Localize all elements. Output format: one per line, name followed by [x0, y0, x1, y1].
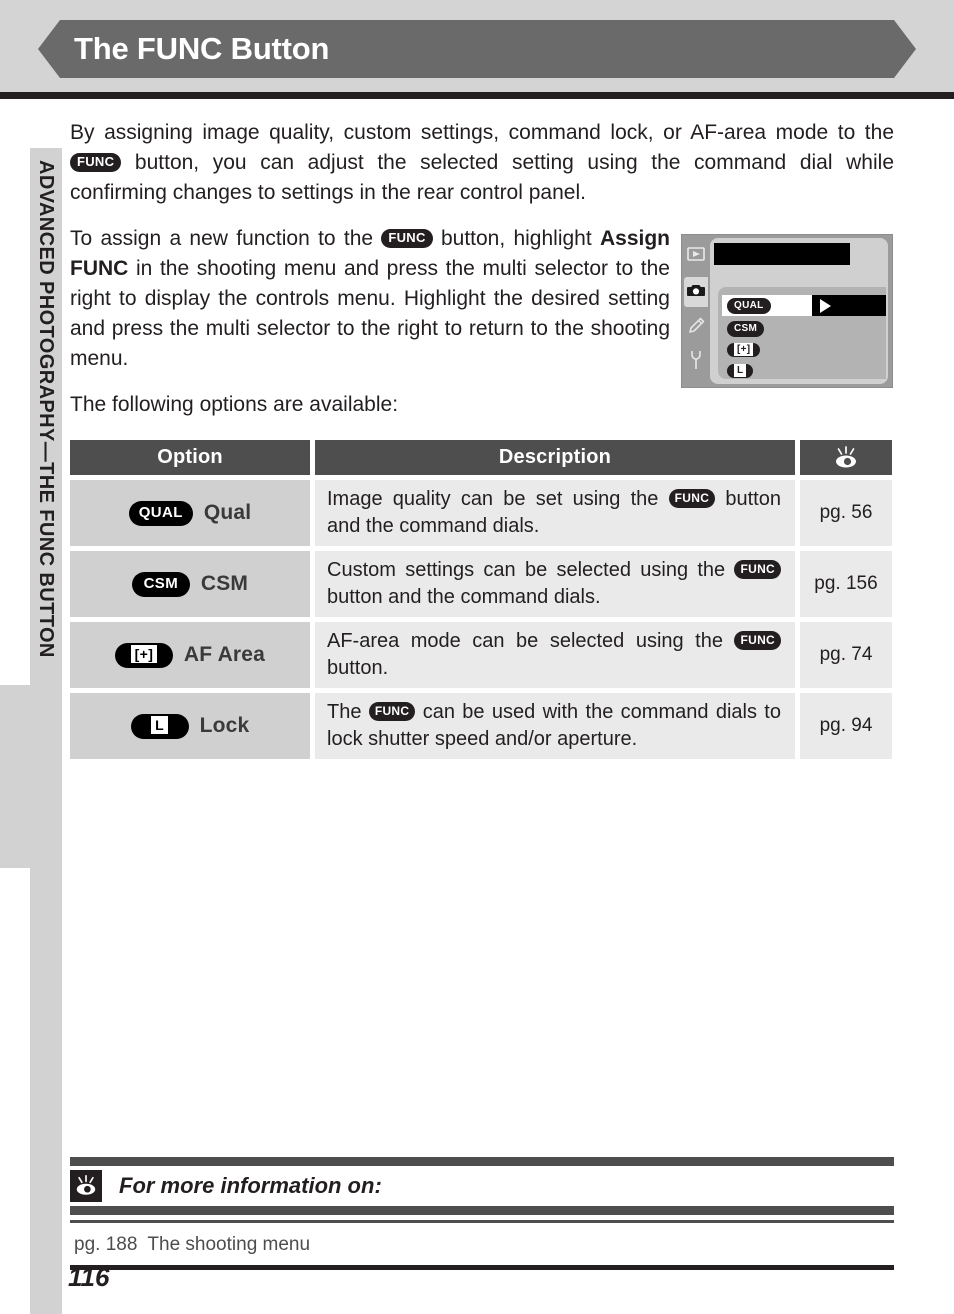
- more-information-block: For more information on: pg. 188 The shoo…: [70, 1157, 894, 1270]
- section-tab-label: ADVANCED PHOTOGRAPHY—THE FUNC BUTTON: [35, 160, 57, 658]
- table-row: QUAL Qual Image quality can be set using…: [70, 480, 892, 546]
- csm-badge-icon: CSM: [727, 320, 765, 337]
- column-header-description: Description: [315, 440, 795, 475]
- paragraph-assign: To assign a new function to the FUNC but…: [70, 224, 670, 374]
- eye-icon: [800, 440, 892, 475]
- description-text-a: AF-area mode can be selected using the: [327, 630, 735, 652]
- lcd-tab-custom: [684, 313, 708, 343]
- lock-badge-text: L: [151, 715, 169, 734]
- qual-badge-icon: QUAL: [128, 500, 193, 526]
- table-header-row: Option Description: [70, 440, 892, 475]
- func-button-icon: FUNC: [734, 631, 781, 650]
- lock-badge-text: L: [734, 363, 747, 377]
- playback-icon: [687, 246, 705, 266]
- footer-reference-text: The shooting menu: [147, 1234, 311, 1255]
- description-cell-csm: Custom settings can be selected using th…: [315, 551, 795, 617]
- page-reference-csm[interactable]: pg. 156: [800, 551, 892, 617]
- lcd-menu-item-afarea[interactable]: [+]: [722, 339, 886, 360]
- afarea-badge-icon: [+]: [114, 642, 173, 668]
- description-text-b: button and the command dials.: [327, 586, 601, 608]
- camera-icon: [686, 282, 706, 303]
- lcd-title-bar: [714, 243, 850, 265]
- afarea-badge-text: [+]: [130, 644, 158, 663]
- footer-reference-page: pg. 188: [74, 1234, 138, 1255]
- page-header-band: The FUNC Button: [0, 0, 954, 92]
- func-button-icon: FUNC: [734, 560, 781, 579]
- csm-badge-icon: CSM: [131, 571, 190, 597]
- description-cell-afarea: AF-area mode can be selected using the F…: [315, 622, 795, 688]
- table-row: CSM CSM Custom settings can be selected …: [70, 551, 892, 617]
- page-number: 116: [68, 1262, 110, 1292]
- page-reference-qual[interactable]: pg. 56: [800, 480, 892, 546]
- paragraph-options-lead: The following options are available:: [70, 393, 399, 416]
- page-reference-lock[interactable]: pg. 94: [800, 693, 892, 759]
- afarea-badge-text: [+]: [734, 342, 754, 356]
- footer-heading-row: For more information on:: [70, 1166, 894, 1206]
- description-text-a: Image quality can be set using the: [327, 488, 669, 510]
- lock-badge-icon: L: [130, 713, 189, 739]
- paragraph-intro: By assigning image quality, custom setti…: [70, 118, 894, 208]
- table-row: [+] AF Area AF-area mode can be selected…: [70, 622, 892, 688]
- func-button-icon: FUNC: [368, 702, 416, 721]
- options-table: Option Description QUAL Qual Image quali…: [70, 440, 892, 764]
- func-button-icon: FUNC: [381, 229, 433, 248]
- description-text-b: button.: [327, 657, 389, 679]
- wrench-icon: [688, 350, 704, 375]
- lcd-selection-arrow-cell: [812, 295, 886, 316]
- footer-top-bar: [70, 1157, 894, 1166]
- paragraph-assign-text-b: button, highlight: [432, 227, 600, 250]
- footer-heading-label: For more information on:: [119, 1173, 382, 1198]
- header-divider-rule: [0, 92, 954, 99]
- option-cell-afarea: [+] AF Area: [70, 622, 310, 688]
- lock-badge-icon: L: [727, 363, 754, 378]
- eye-icon: [70, 1170, 102, 1202]
- option-cell-qual: QUAL Qual: [70, 480, 310, 546]
- page-title: The FUNC Button: [74, 31, 330, 66]
- func-button-icon: FUNC: [668, 489, 716, 508]
- qual-badge-icon: QUAL: [727, 297, 771, 314]
- option-label-lock: Lock: [199, 714, 250, 737]
- option-label-csm: CSM: [200, 572, 249, 595]
- lcd-menu-item-csm[interactable]: CSM: [722, 318, 886, 339]
- description-text-a: The: [327, 701, 369, 723]
- paragraph-intro-text-a: By assigning image quality, custom setti…: [70, 121, 894, 144]
- option-label-qual: Qual: [203, 501, 252, 524]
- lcd-tab-playback: [684, 241, 708, 271]
- lcd-menu-item-lock[interactable]: L: [722, 360, 886, 381]
- footer-reference-entry[interactable]: pg. 188 The shooting menu: [70, 1223, 894, 1265]
- paragraph-assign-text-c: in the shooting menu and press the multi…: [70, 257, 670, 370]
- lcd-tab-setup: [684, 347, 708, 377]
- paragraph-intro-text-b: button, you can adjust the selected sett…: [70, 151, 894, 204]
- option-cell-lock: L Lock: [70, 693, 310, 759]
- lcd-menu-tabs: [682, 235, 710, 387]
- lcd-tab-shooting: [684, 277, 708, 307]
- page-reference-afarea[interactable]: pg. 74: [800, 622, 892, 688]
- func-button-icon: FUNC: [70, 153, 122, 172]
- description-text-a: Custom settings can be selected using th…: [327, 559, 735, 581]
- description-cell-lock: The FUNC can be used with the command di…: [315, 693, 795, 759]
- option-label-afarea: AF Area: [183, 643, 266, 666]
- column-header-reference: [800, 440, 892, 475]
- pencil-icon: [687, 317, 705, 340]
- footer-second-bar: [70, 1206, 894, 1215]
- afarea-badge-icon: [+]: [727, 342, 761, 357]
- option-cell-csm: CSM CSM: [70, 551, 310, 617]
- camera-lcd-illustration: QUAL CSM [+] L: [681, 234, 893, 388]
- description-cell-qual: Image quality can be set using the FUNC …: [315, 480, 795, 546]
- paragraph-assign-text-a: To assign a new function to the: [70, 227, 382, 250]
- column-header-option: Option: [70, 440, 310, 475]
- footer-bottom-rule: [70, 1265, 894, 1270]
- table-row: L Lock The FUNC can be used with the com…: [70, 693, 892, 759]
- right-arrow-icon: [820, 298, 831, 313]
